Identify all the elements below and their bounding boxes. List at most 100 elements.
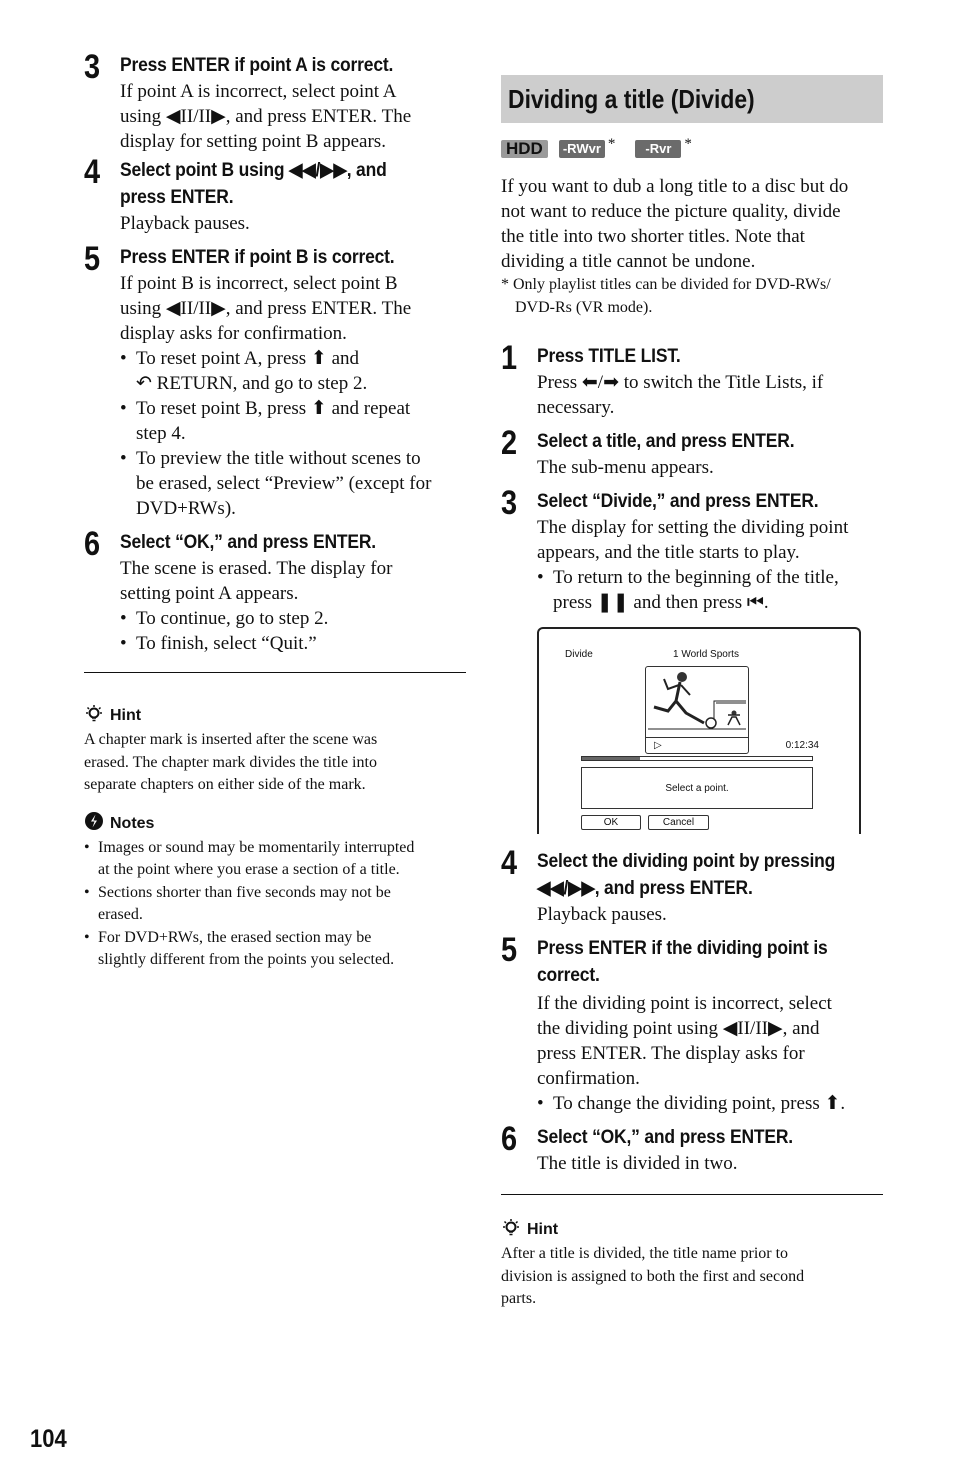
step-number: 5 — [501, 931, 518, 969]
body-line: using ◀II/II▶, and press ENTER. The — [120, 106, 412, 127]
section-divider — [84, 672, 466, 673]
note-line: For DVD+RWs, the erased section may be — [98, 928, 372, 946]
step-body: The title is divided in two. — [537, 1153, 738, 1174]
lightbulb-icon — [84, 703, 104, 729]
note-item: Sections shorter than five seconds may n… — [84, 882, 466, 927]
notes-box: Notes Images or sound may be momentarily… — [84, 811, 466, 972]
hint-line: division is assigned to both the first a… — [501, 1267, 805, 1285]
ok-button[interactable]: OK — [581, 815, 641, 830]
thumbnail-control-bar: ▷ — [646, 737, 748, 753]
lightbulb-icon — [501, 1217, 521, 1243]
step-body: The sub-menu appears. — [537, 457, 714, 478]
intro-text: If you want to dub a long title to a dis… — [501, 174, 883, 274]
right-step-4: 4 Select the dividing point by pressing … — [501, 846, 883, 927]
footnote: * Only playlist titles can be divided fo… — [501, 274, 883, 319]
step-number: 6 — [501, 1120, 518, 1158]
body-line: If the dividing point is incorrect, sele… — [537, 993, 832, 1014]
video-thumbnail: ▷ — [645, 666, 749, 754]
bullet-line: press ❚❚ and then press ⏮. — [553, 592, 769, 613]
note-item: For DVD+RWs, the erased section may be s… — [84, 927, 466, 972]
step-title: Press TITLE LIST. — [537, 346, 681, 367]
step-title: Select “OK,” and press ENTER. — [537, 1127, 793, 1148]
progress-bar[interactable] — [581, 756, 813, 761]
left-step-3: 3 Press ENTER if point A is correct. If … — [84, 50, 466, 154]
bullet-line: ↶ RETURN, and go to step 2. — [136, 373, 368, 394]
hint-label: Hint — [110, 707, 142, 724]
note-line: erased. — [98, 906, 143, 923]
body-line: setting point A appears. — [120, 583, 299, 604]
divide-screen-illustration: Divide 1 World Sports ▷ 0:12:34 Select a… — [537, 627, 861, 834]
hint-line: parts. — [501, 1290, 537, 1307]
note-item: Images or sound may be momentarily inter… — [84, 837, 466, 882]
body-line: The scene is erased. The display for — [120, 558, 393, 579]
step-title: Select the dividing point by pressing ◀◀… — [537, 848, 881, 902]
intro-line: the title into two shorter titles. Note … — [501, 226, 805, 247]
right-step-3: 3 Select “Divide,” and press ENTER. The … — [501, 484, 883, 615]
step-number: 5 — [84, 240, 101, 278]
hint-heading: Hint — [84, 703, 466, 729]
bullet-item: To change the dividing point, press ⬆. — [537, 1091, 883, 1116]
intro-line: dividing a title cannot be undone. — [501, 251, 756, 272]
title-line: Select point B using ◀◀/▶▶, and — [120, 160, 387, 181]
badge-rvr: -Rvr — [635, 140, 682, 158]
step-number: 2 — [501, 424, 518, 462]
bullet-line: To return to the beginning of the title, — [553, 567, 839, 588]
right-step-1: 1 Press TITLE LIST. Press ⬅/➡ to switch … — [501, 339, 883, 420]
bullet-item: To return to the beginning of the title,… — [537, 565, 883, 615]
progress-fill — [582, 757, 640, 760]
step-number: 1 — [501, 339, 518, 377]
footnote-line: * Only playlist titles can be divided fo… — [501, 276, 831, 293]
step-body: Playback pauses. — [537, 904, 667, 925]
caution-icon — [84, 811, 104, 837]
body-line: using ◀II/II▶, and press ENTER. The — [120, 298, 412, 319]
footnote-line: DVD-Rs (VR mode). — [515, 298, 653, 316]
step-number: 6 — [84, 525, 101, 563]
title-line: ◀◀/▶▶, and press ENTER. — [537, 878, 753, 899]
hint-line: separate chapters on either side of the … — [84, 776, 366, 793]
body-line: display for setting point B appears. — [120, 131, 386, 152]
body-line: display asks for confirmation. — [120, 323, 347, 344]
body-line: the dividing point using ◀II/II▶, and — [537, 1018, 820, 1039]
bullet-item: To reset point B, press ⬆ and repeat ste… — [120, 396, 466, 446]
badge-asterisk: * — [607, 136, 616, 152]
section-divider — [501, 1194, 883, 1195]
step-body: The scene is erased. The display for set… — [120, 556, 466, 606]
badge-rwvr: -RWvr — [558, 140, 605, 158]
page-number: 104 — [30, 1425, 67, 1453]
body-line: appears, and the title starts to play. — [537, 542, 800, 563]
note-line: Images or sound may be momentarily inter… — [98, 838, 415, 856]
step-title: Press ENTER if point A is correct. — [120, 55, 394, 76]
title-line: press ENTER. — [120, 187, 234, 208]
message-box: Select a point. — [581, 767, 813, 809]
bullet-line: be erased, select “Preview” (except for — [136, 473, 432, 494]
badge-hdd: HDD — [501, 140, 548, 158]
cancel-button[interactable]: Cancel — [648, 815, 709, 830]
screen-title: 1 World Sports — [673, 649, 739, 660]
section-title: Dividing a title (Divide) — [508, 83, 755, 114]
bullet-line: DVD+RWs). — [136, 498, 236, 519]
body-line: confirmation. — [537, 1068, 640, 1089]
step-body: The display for setting the dividing poi… — [537, 515, 883, 565]
bullet-item: To continue, go to step 2. — [120, 606, 466, 631]
intro-line: not want to reduce the picture quality, … — [501, 201, 841, 222]
step-number: 3 — [501, 484, 518, 522]
note-line: Sections shorter than five seconds may n… — [98, 883, 391, 901]
step-number: 4 — [84, 153, 101, 191]
step-body: Playback pauses. — [120, 213, 250, 234]
step-title: Select point B using ◀◀/▶▶, and press EN… — [120, 157, 464, 211]
left-step-5: 5 Press ENTER if point B is correct. If … — [84, 240, 466, 521]
title-line: Select the dividing point by pressing — [537, 851, 836, 872]
step-body: If point B is incorrect, select point B … — [120, 271, 466, 346]
body-line: If point A is incorrect, select point A — [120, 81, 397, 102]
step-title: Select “OK,” and press ENTER. — [120, 532, 376, 553]
play-icon: ▷ — [654, 740, 662, 751]
notes-heading: Notes — [84, 811, 466, 837]
media-badges: HDD -RWvr * -Rvr * — [501, 136, 883, 160]
right-column: Dividing a title (Divide) HDD -RWvr * -R… — [501, 75, 883, 1311]
right-step-5: 5 Press ENTER if the dividing point is c… — [501, 931, 883, 1116]
step-body: If the dividing point is incorrect, sele… — [537, 991, 883, 1091]
notes-label: Notes — [110, 814, 155, 832]
step-title: Select a title, and press ENTER. — [537, 431, 795, 452]
section-title-bar: Dividing a title (Divide) — [501, 75, 883, 123]
badge-asterisk: * — [684, 136, 692, 152]
